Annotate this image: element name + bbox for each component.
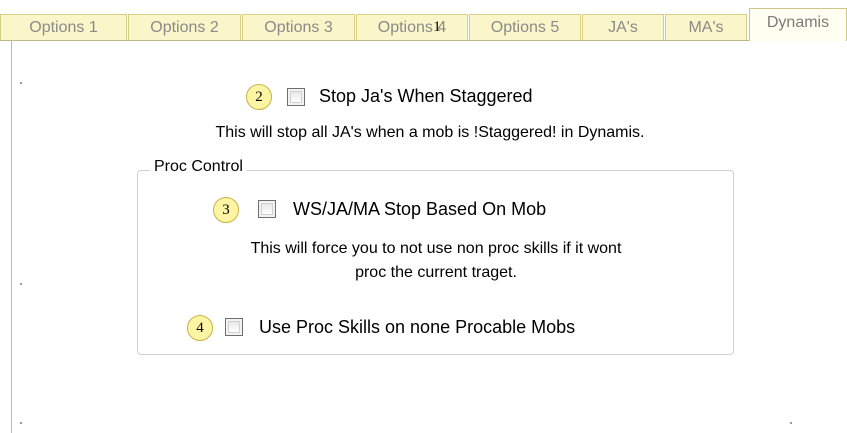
use-proc-skills-checkbox[interactable] bbox=[225, 318, 243, 336]
tab-options-1[interactable]: Options 1 bbox=[0, 14, 127, 41]
stop-ja-description: This will stop all JA's when a mob is !S… bbox=[215, 124, 645, 141]
panel-dot bbox=[20, 82, 22, 84]
tab-options-3[interactable]: Options 3 bbox=[242, 14, 355, 41]
panel-dot bbox=[20, 283, 22, 285]
callout-marker-4: 4 bbox=[187, 315, 213, 341]
panel-left-border bbox=[11, 40, 12, 433]
panel-dot bbox=[790, 422, 792, 424]
use-proc-skills-label[interactable]: Use Proc Skills on none Procable Mobs bbox=[259, 317, 575, 338]
ws-ja-ma-stop-checkbox[interactable] bbox=[258, 200, 276, 218]
tab-dynamis[interactable]: Dynamis bbox=[749, 8, 847, 41]
callout-marker-1: 1 bbox=[433, 19, 441, 35]
stop-ja-staggered-label[interactable]: Stop Ja's When Staggered bbox=[319, 86, 533, 107]
tab-mas[interactable]: MA's bbox=[665, 14, 747, 41]
stop-ja-staggered-checkbox[interactable] bbox=[287, 88, 305, 106]
panel-dot bbox=[20, 422, 22, 424]
callout-marker-2: 2 bbox=[246, 84, 272, 110]
proc-control-title: Proc Control bbox=[150, 158, 247, 176]
callout-marker-3: 3 bbox=[213, 197, 239, 223]
panel-top-border bbox=[0, 40, 847, 41]
ws-ja-ma-stop-label[interactable]: WS/JA/MA Stop Based On Mob bbox=[293, 199, 546, 220]
tab-options-2[interactable]: Options 2 bbox=[128, 14, 241, 41]
tab-options-5[interactable]: Options 5 bbox=[469, 14, 581, 41]
ws-stop-description-line1: This will force you to not use non proc … bbox=[250, 240, 622, 257]
ws-stop-description-line2: proc the current traget. bbox=[355, 264, 517, 281]
tab-jas[interactable]: JA's bbox=[582, 14, 664, 41]
tab-bar: Options 1 Options 2 Options 3 Options 4 … bbox=[0, 0, 847, 41]
tab-options-4[interactable]: Options 4 bbox=[356, 14, 468, 41]
